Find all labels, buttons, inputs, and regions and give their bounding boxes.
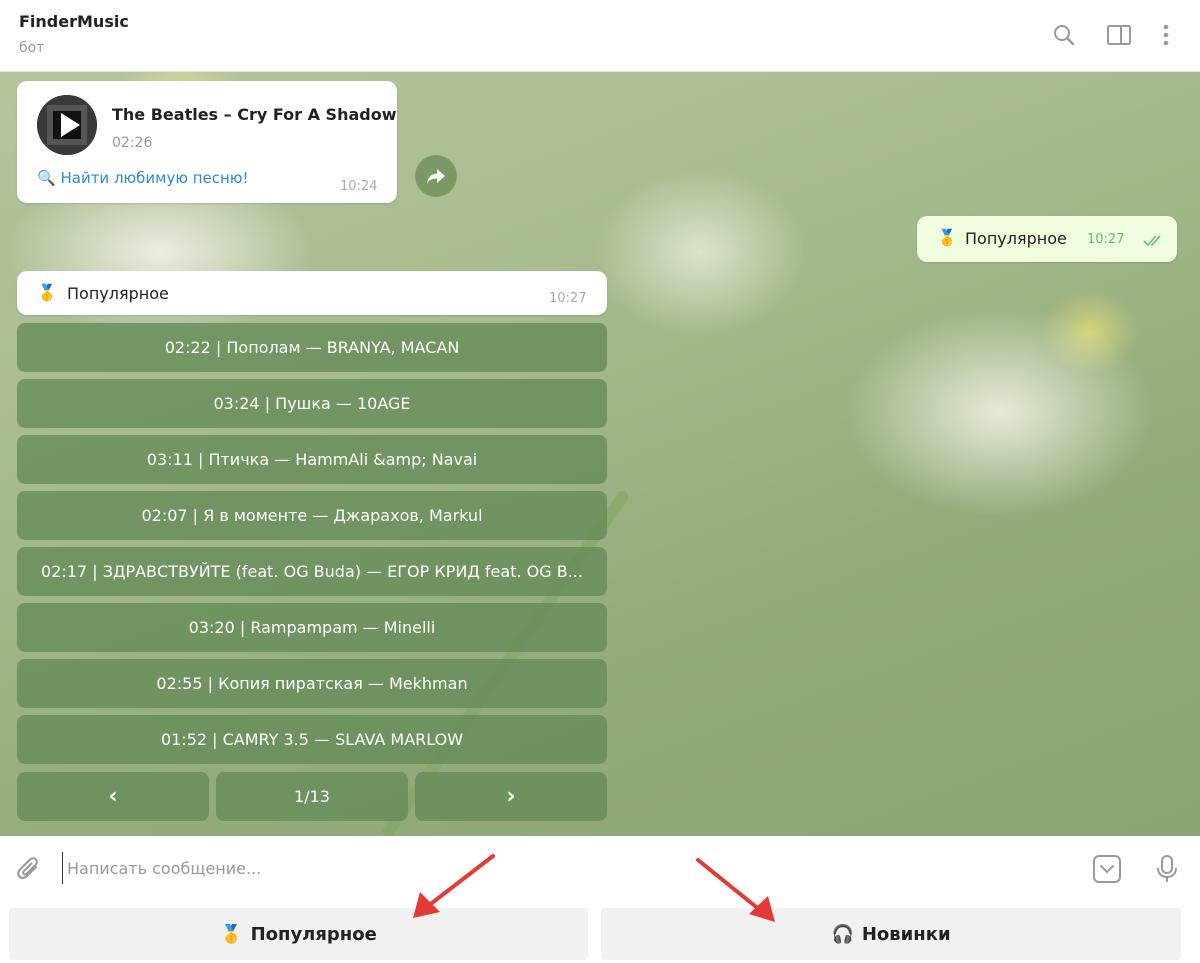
incoming-message[interactable]: 🥇 Популярное 10:27 bbox=[17, 271, 607, 315]
paperclip-icon[interactable] bbox=[12, 852, 46, 886]
audio-message[interactable]: The Beatles – Cry For A Shadow 02:26 🔍 Н… bbox=[17, 81, 397, 203]
reply-popular-label: Популярное bbox=[250, 923, 377, 945]
track-button[interactable]: 02:22 | Пополам — BRANYA, MACAN bbox=[17, 323, 607, 372]
medal-emoji: 🥇 bbox=[937, 228, 957, 247]
track-button[interactable]: 03:20 | Rampampam — Minelli bbox=[17, 603, 607, 652]
sidebar-toggle-icon[interactable] bbox=[1103, 18, 1135, 52]
track-button[interactable]: 01:52 | CAMRY 3.5 — SLAVA MARLOW bbox=[17, 715, 607, 764]
chat-title[interactable]: FinderMusic bbox=[19, 12, 129, 31]
medal-emoji: 🥇 bbox=[220, 923, 243, 945]
medal-emoji: 🥇 bbox=[37, 283, 57, 302]
magnifier-emoji: 🔍 bbox=[37, 169, 56, 187]
reply-new-label: Новинки bbox=[861, 923, 951, 945]
headphones-emoji: 🎧 bbox=[831, 923, 854, 945]
audio-title: The Beatles – Cry For A Shadow bbox=[112, 105, 397, 124]
track-button[interactable]: 02:07 | Я в моменте — Джарахов, Markul bbox=[17, 491, 607, 540]
track-button[interactable]: 02:17 | ЗДРАВСТВУЙТЕ (feat. OG Buda) — Е… bbox=[17, 547, 607, 596]
prev-page-button[interactable]: ‹ bbox=[17, 772, 209, 821]
message-time: 10:27 bbox=[549, 291, 587, 306]
track-button[interactable]: 03:11 | Птичка — HammAli &amp; Navai bbox=[17, 435, 607, 484]
incoming-text: Популярное bbox=[67, 284, 169, 303]
compose-area: 🥇 Популярное 🎧 Новинки bbox=[0, 836, 1200, 963]
forward-icon bbox=[427, 169, 445, 184]
search-icon[interactable] bbox=[1048, 18, 1080, 52]
play-icon bbox=[37, 95, 97, 155]
page-indicator-button[interactable]: 1/13 bbox=[216, 772, 408, 821]
find-song-link-text: Найти любимую песню! bbox=[60, 169, 249, 187]
chat-history[interactable]: The Beatles – Cry For A Shadow 02:26 🔍 Н… bbox=[0, 72, 1200, 836]
next-page-button[interactable]: › bbox=[415, 772, 607, 821]
microphone-icon[interactable] bbox=[1150, 852, 1184, 886]
audio-duration: 02:26 bbox=[112, 135, 153, 151]
find-song-link[interactable]: 🔍 Найти любимую песню! bbox=[37, 169, 248, 187]
chat-status: бот bbox=[19, 40, 45, 56]
chat-header: FinderMusic бот bbox=[0, 0, 1200, 72]
forward-button[interactable] bbox=[415, 155, 457, 197]
reply-new-button[interactable]: 🎧 Новинки bbox=[601, 908, 1181, 960]
reply-popular-button[interactable]: 🥇 Популярное bbox=[9, 908, 588, 960]
message-time: 10:27 bbox=[1087, 232, 1125, 247]
message-time: 10:24 bbox=[340, 179, 378, 194]
outgoing-text: Популярное bbox=[965, 229, 1067, 248]
track-button[interactable]: 02:55 | Копия пиратская — Mekhman bbox=[17, 659, 607, 708]
more-vertical-icon[interactable] bbox=[1150, 18, 1182, 52]
track-button[interactable]: 03:24 | Пушка — 10AGE bbox=[17, 379, 607, 428]
outgoing-message[interactable]: 🥇 Популярное 10:27 bbox=[917, 216, 1177, 262]
audio-play-button[interactable] bbox=[37, 95, 97, 155]
keyboard-toggle-icon[interactable] bbox=[1090, 852, 1124, 886]
message-input[interactable] bbox=[62, 852, 1049, 884]
double-check-icon bbox=[1143, 235, 1161, 247]
